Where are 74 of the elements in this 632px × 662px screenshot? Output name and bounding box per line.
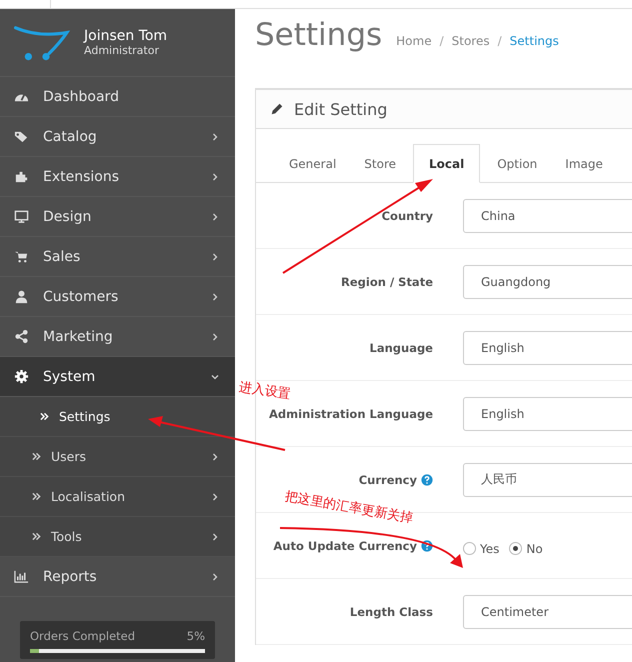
chevron-down-icon [211,372,219,380]
radio-option[interactable]: No [509,542,543,556]
tab[interactable]: Image [554,144,614,183]
breadcrumb-link[interactable]: Home [396,34,432,48]
chevron-right-icon [211,572,219,580]
double-chevron-icon [32,532,41,541]
double-chevron-icon [32,492,41,501]
menu-item[interactable]: Customers [0,277,235,317]
radio-option[interactable]: Yes [463,542,500,556]
puzzle-icon [14,169,29,184]
menu-item[interactable]: Dashboard [0,77,235,117]
chevron-right-icon [211,452,219,460]
user-name: Joinsen Tom [84,28,168,44]
field-label: Currency [358,472,417,486]
chevron-right-icon [211,532,219,540]
select-field[interactable]: English [463,330,632,364]
annotation-text: 进入设置 [238,381,292,402]
menu-item[interactable]: Extensions [0,157,235,197]
select-field[interactable]: China [463,198,632,232]
tab[interactable]: General [278,144,348,183]
tab[interactable]: Store [353,144,408,183]
submenu-item[interactable]: Localisation [0,477,235,517]
field-label: Length Class [350,604,433,618]
pencil-icon [270,102,284,116]
chevron-right-icon [211,132,219,140]
submenu-item[interactable]: Users [0,437,235,477]
chevron-right-icon [211,332,219,340]
chevron-right-icon [211,252,219,260]
double-chevron-icon [32,452,41,461]
user-icon [14,289,29,304]
page-title: Settings [255,17,382,53]
menu-item[interactable]: Design [0,197,235,237]
help-icon[interactable] [421,474,433,486]
breadcrumb-link[interactable]: Stores [452,34,490,48]
breadcrumb-separator: / [440,34,444,48]
help-icon[interactable] [421,540,433,552]
cart-logo-icon [14,24,70,62]
cart-icon [14,249,29,264]
double-chevron-icon [40,412,49,421]
breadcrumb-link[interactable]: Settings [510,34,559,48]
tab[interactable]: Local [413,144,480,183]
chevron-right-icon [211,212,219,220]
radio-button[interactable] [463,542,476,555]
monitor-icon [14,209,29,224]
field-label: Region / State [341,274,433,288]
chevron-right-icon [211,292,219,300]
select-field[interactable]: Guangdong [463,264,632,298]
bar-chart-icon [14,569,29,584]
menu-item[interactable]: Reports [0,557,235,597]
chevron-right-icon [211,172,219,180]
radio-button[interactable] [509,542,522,555]
menu-item[interactable]: System [0,357,235,397]
tag-icon [14,129,29,144]
menu-item[interactable]: Catalog [0,117,235,157]
select-field[interactable]: English [463,396,632,430]
annotation-text: 把这里的汇率更新关掉 [284,490,414,526]
field-label: Language [370,340,433,354]
submenu-item[interactable]: Settings [0,397,235,437]
settings-icon [14,369,29,384]
menu-item[interactable]: Sales [0,237,235,277]
tab[interactable]: Option [486,144,548,183]
breadcrumb-separator: / [498,34,502,48]
panel-title: Edit Setting [294,100,388,118]
field-label: Administration Language [269,406,433,420]
chevron-right-icon [211,492,219,500]
field-label: Country [382,208,433,222]
field-label: Auto Update Currency [273,538,417,552]
progress-label: Orders Completed [30,629,136,643]
user-role: Administrator [84,44,160,57]
share-icon [14,329,29,344]
submenu-item[interactable]: Tools [0,517,235,557]
select-field[interactable]: 人民币 [463,462,632,496]
select-field[interactable]: Centimeter [463,594,632,628]
progress-reading: 5% [186,629,205,643]
